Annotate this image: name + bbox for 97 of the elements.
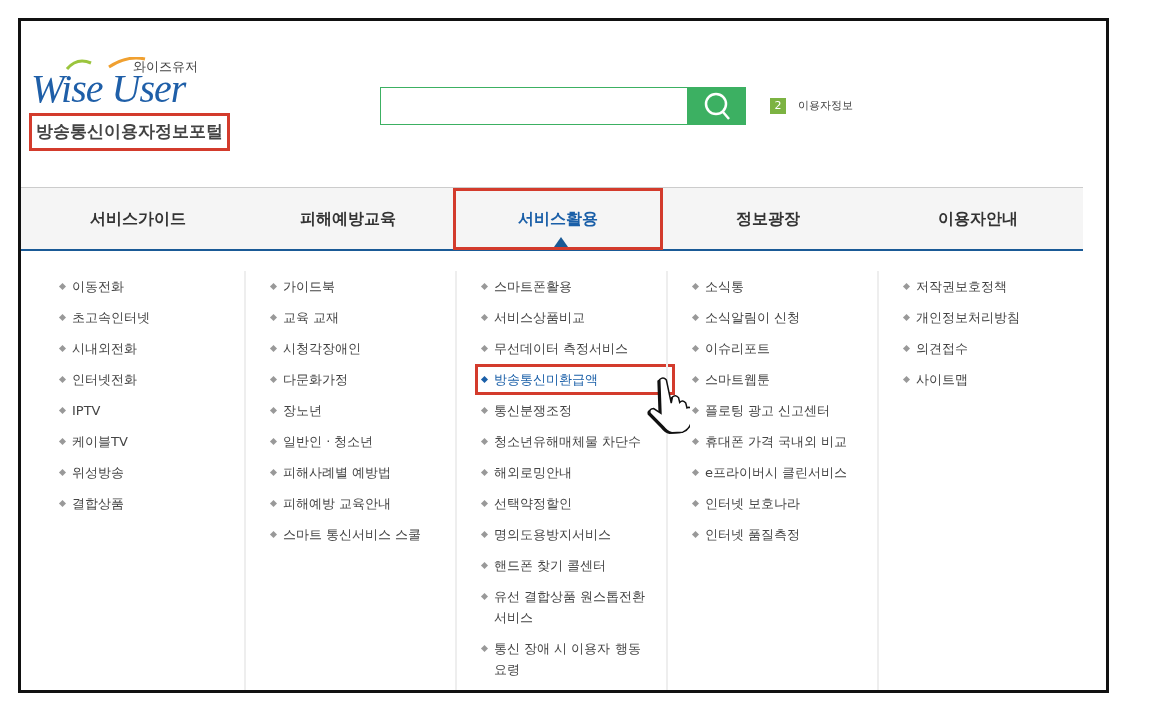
nav-tab[interactable]: 정보광장 <box>663 188 873 250</box>
menu-link[interactable]: 이동전화 <box>53 271 253 302</box>
bullet-icon <box>480 499 489 508</box>
hand-cursor-icon <box>644 377 690 434</box>
nav-tab[interactable]: 서비스활용 <box>453 188 663 250</box>
menu-link[interactable]: 사이트맵 <box>897 364 1097 395</box>
bullet-icon <box>691 282 700 291</box>
menu-link[interactable]: 케이블TV <box>53 426 253 457</box>
bullet-icon <box>902 375 911 384</box>
menu-link[interactable]: 스마트폰활용 <box>475 271 675 302</box>
bullet-icon <box>58 313 67 322</box>
user-info-badge: 2 <box>770 98 786 114</box>
bullet-icon <box>480 313 489 322</box>
active-indicator-icon <box>554 237 568 247</box>
menu-link[interactable]: 결합상품 <box>53 488 253 519</box>
bullet-icon <box>480 282 489 291</box>
bullet-icon <box>269 437 278 446</box>
menu-link[interactable]: 인터넷 품질측정 <box>686 519 886 550</box>
menu-link[interactable]: 개인정보처리방침 <box>897 302 1097 333</box>
bullet-icon <box>691 313 700 322</box>
bullet-icon <box>691 406 700 415</box>
bullet-icon <box>269 468 278 477</box>
bullet-icon <box>691 344 700 353</box>
menu-link[interactable]: 교육 교재 <box>264 302 464 333</box>
menu-link[interactable]: 유선 결합상품 원스톱전환 서비스 <box>475 581 675 633</box>
menu-link[interactable]: 이슈리포트 <box>686 333 886 364</box>
bullet-icon <box>58 282 67 291</box>
bullet-icon <box>480 561 489 570</box>
portal-tagline: 방송통신이용자정보포털 <box>29 113 230 151</box>
menu-link[interactable]: 피해사례별 예방법 <box>264 457 464 488</box>
bullet-icon <box>269 530 278 539</box>
bullet-icon <box>58 499 67 508</box>
bullet-icon <box>480 468 489 477</box>
bullet-icon <box>480 592 489 601</box>
search-icon <box>703 91 731 121</box>
menu-link[interactable]: 소식통 <box>686 271 886 302</box>
bullet-icon <box>269 499 278 508</box>
bullet-icon <box>691 499 700 508</box>
search-field[interactable] <box>380 87 688 125</box>
bullet-icon <box>480 530 489 539</box>
menu-link[interactable]: 스마트웹툰 <box>686 364 886 395</box>
bullet-icon <box>480 375 489 384</box>
menu-link[interactable]: 플로팅 광고 신고센터 <box>686 395 886 426</box>
bullet-icon <box>269 313 278 322</box>
menu-link[interactable]: 일반인 · 청소년 <box>264 426 464 457</box>
bullet-icon <box>269 375 278 384</box>
menu-link[interactable]: 선택약정할인 <box>475 488 675 519</box>
bullet-icon <box>691 375 700 384</box>
menu-link[interactable]: 명의도용방지서비스 <box>475 519 675 550</box>
bullet-icon <box>902 344 911 353</box>
bullet-icon <box>480 344 489 353</box>
bullet-icon <box>269 282 278 291</box>
menu-link[interactable]: 방송통신미환급액 <box>475 364 675 395</box>
bullet-icon <box>480 644 489 653</box>
search-button[interactable] <box>688 87 746 125</box>
bullet-icon <box>58 344 67 353</box>
menu-link[interactable]: 장노년 <box>264 395 464 426</box>
bullet-icon <box>902 282 911 291</box>
menu-link[interactable]: 다문화가정 <box>264 364 464 395</box>
menu-link[interactable]: 핸드폰 찾기 콜센터 <box>475 550 675 581</box>
user-info-link[interactable]: 이용자정보 <box>798 97 853 115</box>
menu-link[interactable]: 의견접수 <box>897 333 1097 364</box>
bullet-icon <box>480 437 489 446</box>
bullet-icon <box>58 468 67 477</box>
bullet-icon <box>269 406 278 415</box>
menu-link[interactable]: 인터넷전화 <box>53 364 253 395</box>
menu-link[interactable]: 소식알림이 신청 <box>686 302 886 333</box>
menu-link[interactable]: 청소년유해매체물 차단수 <box>475 426 675 457</box>
bullet-icon <box>269 344 278 353</box>
menu-link[interactable]: 휴대폰 가격 국내외 비교 <box>686 426 886 457</box>
bullet-icon <box>58 437 67 446</box>
bullet-icon <box>902 313 911 322</box>
menu-link[interactable]: 초고속인터넷 <box>53 302 253 333</box>
bullet-icon <box>480 406 489 415</box>
nav-tab[interactable]: 이용자안내 <box>873 188 1083 250</box>
menu-link[interactable]: e프라이버시 클린서비스 <box>686 457 886 488</box>
menu-link[interactable]: 저작권보호정책 <box>897 271 1097 302</box>
menu-link[interactable]: 위성방송 <box>53 457 253 488</box>
bullet-icon <box>691 530 700 539</box>
menu-link[interactable]: 피해예방 교육안내 <box>264 488 464 519</box>
menu-link[interactable]: 해외로밍안내 <box>475 457 675 488</box>
logo-subtitle: 와이즈유저 <box>133 58 199 76</box>
bullet-icon <box>58 375 67 384</box>
menu-link[interactable]: 시청각장애인 <box>264 333 464 364</box>
bullet-icon <box>58 406 67 415</box>
menu-link[interactable]: IPTV <box>53 395 253 426</box>
bullet-icon <box>691 468 700 477</box>
bullet-icon <box>691 437 700 446</box>
menu-link[interactable]: 가이드북 <box>264 271 464 302</box>
menu-link[interactable]: 인터넷 보호나라 <box>686 488 886 519</box>
menu-link[interactable]: 서비스상품비교 <box>475 302 675 333</box>
menu-link[interactable]: 시내외전화 <box>53 333 253 364</box>
nav-tab[interactable]: 서비스가이드 <box>33 188 243 250</box>
menu-link[interactable]: 통신 장애 시 이용자 행동요령 <box>475 633 675 685</box>
menu-link[interactable]: 무선데이터 측정서비스 <box>475 333 675 364</box>
nav-tab[interactable]: 피해예방교육 <box>243 188 453 250</box>
menu-link[interactable]: 스마트 통신서비스 스쿨 <box>264 519 464 550</box>
